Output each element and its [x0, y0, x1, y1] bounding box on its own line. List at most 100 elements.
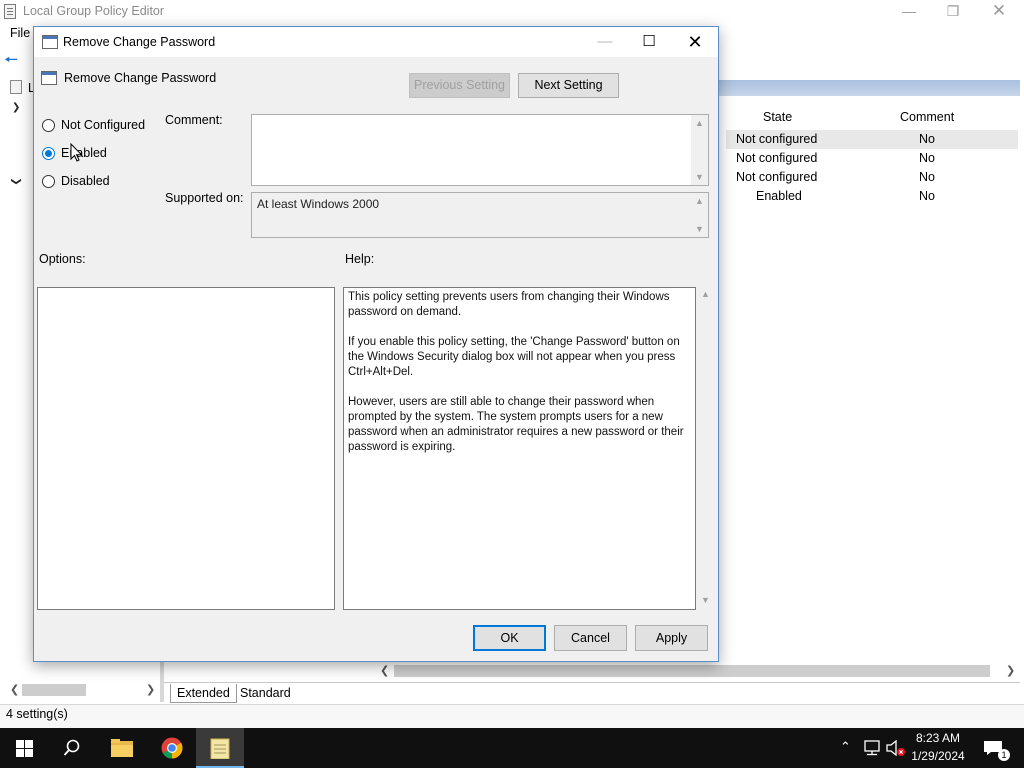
menu-file[interactable]: File: [10, 26, 30, 40]
help-text: This policy setting prevents users from …: [348, 290, 688, 470]
cancel-button[interactable]: Cancel: [554, 625, 627, 651]
policy-setting-dialog: Remove Change Password — ☐ ✕ Remove Chan…: [33, 26, 719, 662]
row-comment: No: [919, 189, 935, 203]
dialog-close-button[interactable]: ✕: [672, 27, 718, 57]
help-paragraph: If you enable this policy setting, the '…: [348, 336, 680, 378]
clock-date[interactable]: 1/29/2024: [906, 749, 970, 763]
row-state: Not configured: [736, 170, 818, 184]
group-policy-app-icon: [4, 4, 16, 19]
row-comment: No: [919, 132, 935, 146]
comment-scrollbar[interactable]: ▲ ▼: [691, 115, 708, 185]
help-panel: This policy setting prevents users from …: [343, 287, 696, 610]
show-hidden-icons-chevron-icon[interactable]: ⌃: [840, 739, 851, 755]
start-icon: [16, 740, 33, 757]
taskbar-file-explorer[interactable]: [98, 728, 146, 768]
status-text: 4 setting(s): [6, 707, 68, 721]
column-header-state[interactable]: State: [763, 110, 792, 124]
taskbar-notepad[interactable]: [196, 728, 244, 768]
dialog-titlebar[interactable]: Remove Change Password — ☐ ✕: [34, 27, 718, 57]
row-comment: No: [919, 151, 935, 165]
dialog-minimize-button[interactable]: —: [582, 27, 628, 57]
taskbar: ⌃: [0, 728, 1024, 768]
previous-setting-button[interactable]: Previous Setting: [409, 73, 510, 98]
scroll-right-arrow-icon[interactable]: ❯: [1006, 664, 1015, 677]
main-minimize-button[interactable]: —: [886, 0, 932, 24]
tree-pane: L ❯ ❯: [0, 80, 36, 680]
tree-expand-chevron-icon[interactable]: ❯: [12, 102, 20, 113]
clock-time[interactable]: 8:23 AM: [906, 731, 970, 745]
dialog-title: Remove Change Password: [63, 35, 216, 49]
policy-setting-icon: [42, 35, 58, 49]
help-scrollbar[interactable]: ▲ ▼: [697, 287, 714, 610]
apply-button[interactable]: Apply: [635, 625, 708, 651]
start-button[interactable]: [0, 728, 48, 768]
search-button[interactable]: [48, 728, 96, 768]
dialog-maximize-button[interactable]: ☐: [626, 27, 672, 57]
ok-button[interactable]: OK: [473, 625, 546, 651]
tree-collapse-chevron-icon[interactable]: ❯: [11, 177, 22, 185]
row-state: Not configured: [736, 151, 818, 165]
radio-circle-checked[interactable]: [42, 147, 55, 160]
comment-textarea[interactable]: ▲ ▼: [251, 114, 709, 186]
main-maximize-button[interactable]: ❐: [930, 0, 976, 24]
radio-circle[interactable]: [42, 119, 55, 132]
list-horizontal-scrollbar[interactable]: ❮ ❯: [380, 663, 1020, 679]
radio-label: Not Configured: [61, 118, 146, 132]
radio-circle[interactable]: [42, 175, 55, 188]
scroll-up-arrow-icon[interactable]: ▲: [701, 289, 710, 299]
setting-name: Remove Change Password: [64, 71, 217, 85]
volume-muted-icon[interactable]: [886, 740, 906, 756]
scroll-left-arrow-icon[interactable]: ❮: [380, 664, 389, 677]
column-header-comment[interactable]: Comment: [900, 110, 954, 124]
scrollbar-thumb[interactable]: [22, 684, 86, 696]
scroll-down-arrow-icon[interactable]: ▼: [701, 595, 710, 605]
action-center-button[interactable]: 1: [978, 728, 1024, 768]
next-setting-button[interactable]: Next Setting: [518, 73, 619, 98]
tree-horizontal-scrollbar[interactable]: ❮ ❯: [6, 682, 156, 698]
file-explorer-icon: [111, 739, 133, 757]
supported-on-label: Supported on:: [165, 191, 244, 205]
network-icon[interactable]: [863, 740, 881, 756]
scroll-right-arrow-icon[interactable]: ❯: [146, 683, 155, 696]
main-window-title: Local Group Policy Editor: [23, 4, 165, 18]
table-row[interactable]: Not configured No: [726, 130, 1018, 149]
comment-label: Comment:: [165, 113, 223, 127]
supported-on-field: At least Windows 2000 ▲ ▼: [251, 192, 709, 238]
options-panel: [37, 287, 335, 610]
main-titlebar: Local Group Policy Editor — ❐ ✕: [0, 0, 1024, 24]
notepad-icon: [210, 738, 230, 759]
help-paragraph: This policy setting prevents users from …: [348, 291, 670, 318]
notification-count-badge: 1: [998, 749, 1010, 761]
search-icon: [63, 739, 80, 756]
policy-tree-root-icon: [10, 80, 22, 94]
options-label: Options:: [39, 252, 86, 266]
tab-extended[interactable]: Extended: [170, 684, 237, 703]
help-label: Help:: [345, 252, 375, 266]
scroll-up-arrow-icon[interactable]: ▲: [691, 115, 708, 131]
scrollbar-thumb[interactable]: [394, 665, 990, 677]
mouse-cursor-icon: [70, 143, 83, 162]
row-state: Enabled: [756, 189, 802, 203]
scroll-down-arrow-icon[interactable]: ▼: [691, 221, 708, 237]
table-row[interactable]: Not configured No: [726, 168, 1018, 187]
radio-label: Disabled: [61, 174, 110, 188]
chrome-icon: [161, 737, 183, 759]
taskbar-chrome[interactable]: [148, 728, 196, 768]
supported-on-scrollbar[interactable]: ▲ ▼: [691, 193, 708, 237]
main-close-button[interactable]: ✕: [976, 0, 1022, 24]
setting-icon: [41, 71, 57, 85]
row-state: Not configured: [736, 132, 818, 146]
status-bar: [0, 704, 1024, 728]
help-paragraph: However, users are still able to change …: [348, 396, 684, 453]
scroll-left-arrow-icon[interactable]: ❮: [10, 683, 19, 696]
supported-on-value: At least Windows 2000: [257, 197, 380, 211]
table-row[interactable]: Not configured No: [726, 149, 1018, 168]
main-vertical-scrollbar[interactable]: [1006, 70, 1024, 670]
back-arrow-icon[interactable]: 🠔: [4, 49, 18, 76]
tab-standard[interactable]: Standard: [234, 684, 297, 702]
table-row[interactable]: Enabled No: [726, 187, 1018, 206]
row-comment: No: [919, 170, 935, 184]
scroll-up-arrow-icon[interactable]: ▲: [691, 193, 708, 209]
scroll-down-arrow-icon[interactable]: ▼: [691, 169, 708, 185]
list-pane-header-strip: [718, 80, 1020, 96]
